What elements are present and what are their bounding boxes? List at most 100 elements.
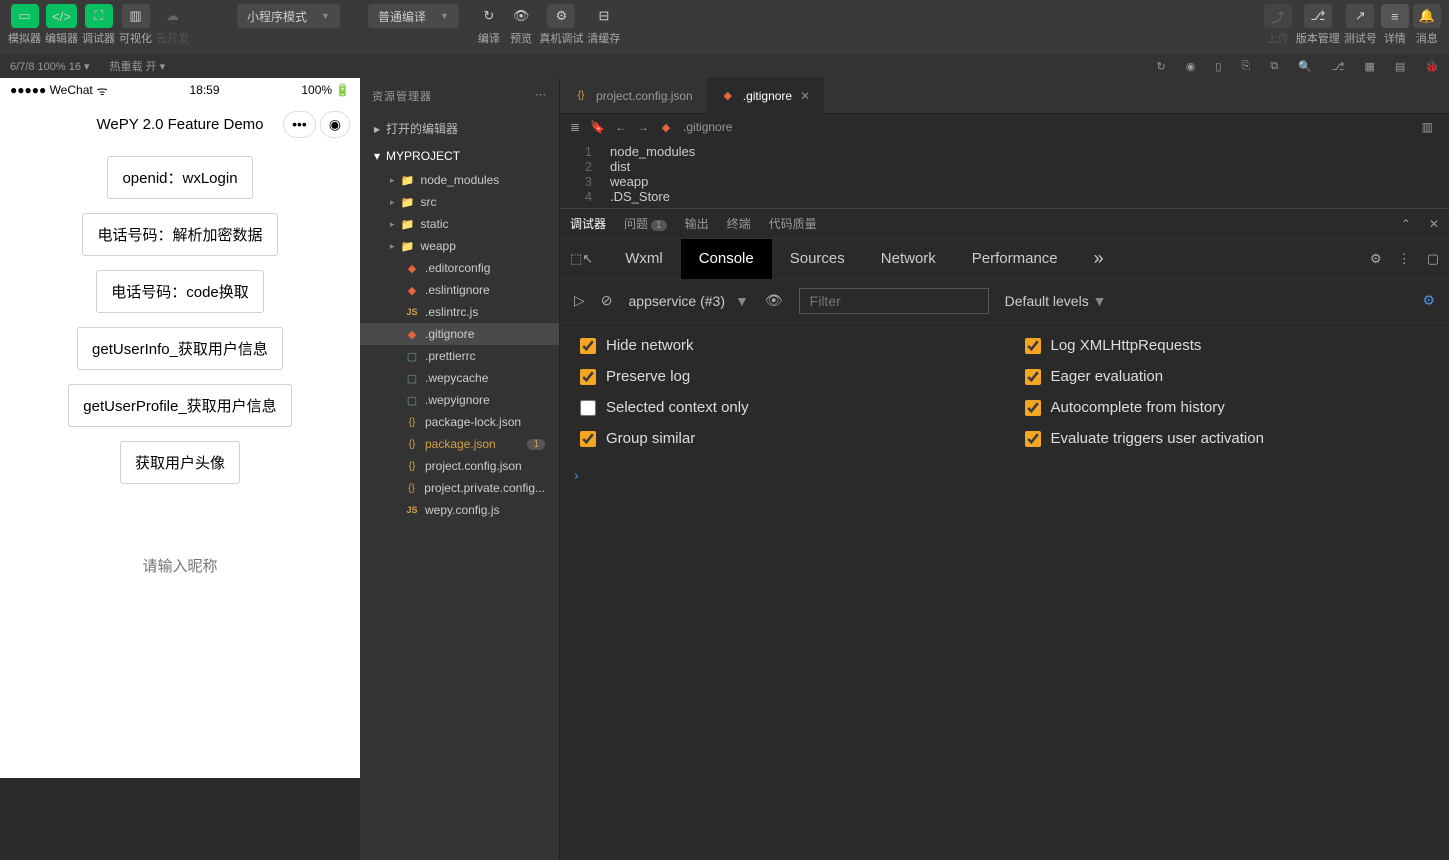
file-item[interactable]: .eslintrc.js	[360, 301, 559, 323]
search-icon[interactable]: 🔍	[1298, 60, 1312, 73]
more-tabs-icon[interactable]: »	[1076, 239, 1122, 279]
phone-code-button[interactable]: 电话号码：code换取	[96, 270, 264, 313]
breadcrumb[interactable]: .gitignore	[683, 120, 732, 134]
file-item[interactable]: .prettierrc	[360, 345, 559, 367]
file-item[interactable]: ▸node_modules	[360, 169, 559, 191]
gear-icon[interactable]: ⚙	[1370, 251, 1382, 267]
file-item[interactable]: ▸static	[360, 213, 559, 235]
checkbox[interactable]	[1025, 431, 1041, 447]
message-button[interactable]: 🔔	[1413, 4, 1441, 28]
userprofile-button[interactable]: getUserProfile_获取用户信息	[68, 384, 291, 427]
inspect-icon[interactable]: ⬚↖	[570, 251, 593, 267]
console-filter[interactable]	[799, 288, 989, 314]
grid-icon[interactable]: ▦	[1364, 60, 1374, 73]
layers-icon[interactable]: ▤	[1395, 60, 1405, 73]
compile-mode-select[interactable]: 普通编译	[368, 4, 459, 28]
clear-icon[interactable]: ⊘	[601, 292, 613, 309]
screenshot-icon[interactable]: ⎘	[1241, 60, 1250, 73]
dock-icon[interactable]: ▢	[1427, 251, 1439, 267]
open-editors-section[interactable]: ▸打开的编辑器	[360, 114, 559, 143]
file-item[interactable]: .wepyignore	[360, 389, 559, 411]
checkbox[interactable]	[1025, 369, 1041, 385]
editor-toggle[interactable]: </>	[46, 4, 77, 28]
debugger-tab[interactable]: 调试器	[570, 215, 606, 232]
file-item[interactable]: package.json1	[360, 433, 559, 455]
bug-icon[interactable]: 🐞	[1425, 60, 1439, 73]
file-item[interactable]: package-lock.json	[360, 411, 559, 433]
file-item[interactable]: .eslintignore	[360, 279, 559, 301]
terminal-tab[interactable]: 终端	[727, 215, 751, 232]
phone-decrypt-button[interactable]: 电话号码：解析加密数据	[82, 213, 277, 256]
play-icon[interactable]: ▷	[574, 292, 585, 309]
file-item[interactable]: wepy.config.js	[360, 499, 559, 521]
hot-reload-toggle[interactable]: 热重载 开 ▾	[110, 58, 166, 74]
settings-gear-icon[interactable]: ⚙	[1422, 292, 1435, 309]
file-item[interactable]: project.config.json	[360, 455, 559, 477]
record-icon[interactable]: ◉	[1186, 60, 1196, 73]
userinfo-button[interactable]: getUserInfo_获取用户信息	[77, 327, 283, 370]
setting-hide[interactable]: Hide network	[580, 337, 985, 354]
nav-back-icon[interactable]: ←	[615, 120, 627, 134]
simulator-toggle[interactable]: ▭	[11, 4, 39, 28]
devtools-tab-performance[interactable]: Performance	[954, 239, 1076, 279]
setting-autoc[interactable]: Autocomplete from history	[1025, 399, 1430, 416]
real-debug-button[interactable]: ⚙	[547, 4, 575, 28]
output-tab[interactable]: 输出	[685, 215, 709, 232]
menu-capsule[interactable]: •••	[283, 111, 316, 138]
visualize-toggle[interactable]: ▥	[122, 4, 150, 28]
file-item[interactable]: ▸src	[360, 191, 559, 213]
file-item[interactable]: .gitignore	[360, 323, 559, 345]
code-editor[interactable]: 1node_modules2dist3weapp4.DS_Store	[560, 140, 1449, 208]
close-panel-icon[interactable]: ✕	[1429, 217, 1439, 231]
nav-fwd-icon[interactable]: →	[637, 120, 649, 134]
test-button[interactable]: ↗	[1346, 4, 1374, 28]
setting-logxhr[interactable]: Log XMLHttpRequests	[1025, 337, 1430, 354]
nickname-input[interactable]	[10, 498, 350, 575]
kebab-icon[interactable]: ⋮	[1398, 251, 1411, 267]
detail-button[interactable]: ≡	[1381, 4, 1409, 28]
device-icon[interactable]: ▯	[1215, 60, 1221, 73]
checkbox[interactable]	[580, 338, 596, 354]
close-capsule[interactable]: ◉	[320, 111, 350, 138]
compile-button[interactable]: ↻	[475, 4, 503, 28]
file-item[interactable]: .editorconfig	[360, 257, 559, 279]
setting-selctx[interactable]: Selected context only	[580, 399, 985, 416]
levels-select[interactable]: Default levels ▼	[1005, 293, 1107, 309]
context-select[interactable]: appservice (#3)▼	[629, 293, 749, 309]
editor-tab[interactable]: .gitignore✕	[707, 78, 824, 114]
project-section[interactable]: ▾MYPROJECT	[360, 143, 559, 169]
mode-select[interactable]: 小程序模式	[237, 4, 340, 28]
branch-icon[interactable]: ⎇	[1332, 60, 1345, 73]
close-icon[interactable]: ✕	[800, 89, 810, 103]
setting-eager[interactable]: Eager evaluation	[1025, 368, 1430, 385]
clear-cache-button[interactable]: ⊟	[590, 4, 618, 28]
upload-button[interactable]: ⤴	[1264, 4, 1292, 28]
devtools-tab-network[interactable]: Network	[863, 239, 954, 279]
outline-icon[interactable]: ≣	[570, 120, 580, 134]
checkbox[interactable]	[1025, 400, 1041, 416]
version-button[interactable]: ⎇	[1304, 4, 1332, 28]
checkbox[interactable]	[580, 400, 596, 416]
checkbox[interactable]	[580, 431, 596, 447]
device-info[interactable]: 6/7/8 100% 16 ▾	[10, 60, 90, 73]
devtools-tab-sources[interactable]: Sources	[772, 239, 863, 279]
checkbox[interactable]	[1025, 338, 1041, 354]
problems-tab[interactable]: 问题1	[624, 215, 667, 232]
file-item[interactable]: project.private.config...	[360, 477, 559, 499]
collapse-icon[interactable]: ⌃	[1401, 217, 1411, 231]
quality-tab[interactable]: 代码质量	[769, 215, 817, 232]
cloud-dev-button[interactable]: ☁	[159, 4, 187, 28]
editor-tab[interactable]: project.config.json	[560, 78, 707, 114]
console-prompt[interactable]: ›	[560, 461, 1449, 489]
debugger-toggle[interactable]: ⛶	[85, 4, 113, 28]
openid-button[interactable]: openid：wxLogin	[107, 156, 252, 199]
checkbox[interactable]	[580, 369, 596, 385]
more-icon[interactable]: ⋯	[535, 88, 547, 104]
setting-group[interactable]: Group similar	[580, 430, 985, 447]
preview-button[interactable]: 👁	[507, 4, 536, 28]
eye-icon[interactable]: 👁	[765, 292, 783, 309]
refresh-icon[interactable]: ↻	[1157, 60, 1166, 73]
setting-preserve[interactable]: Preserve log	[580, 368, 985, 385]
devtools-tab-console[interactable]: Console	[681, 239, 772, 279]
copy-icon[interactable]: ⧉	[1270, 60, 1278, 73]
